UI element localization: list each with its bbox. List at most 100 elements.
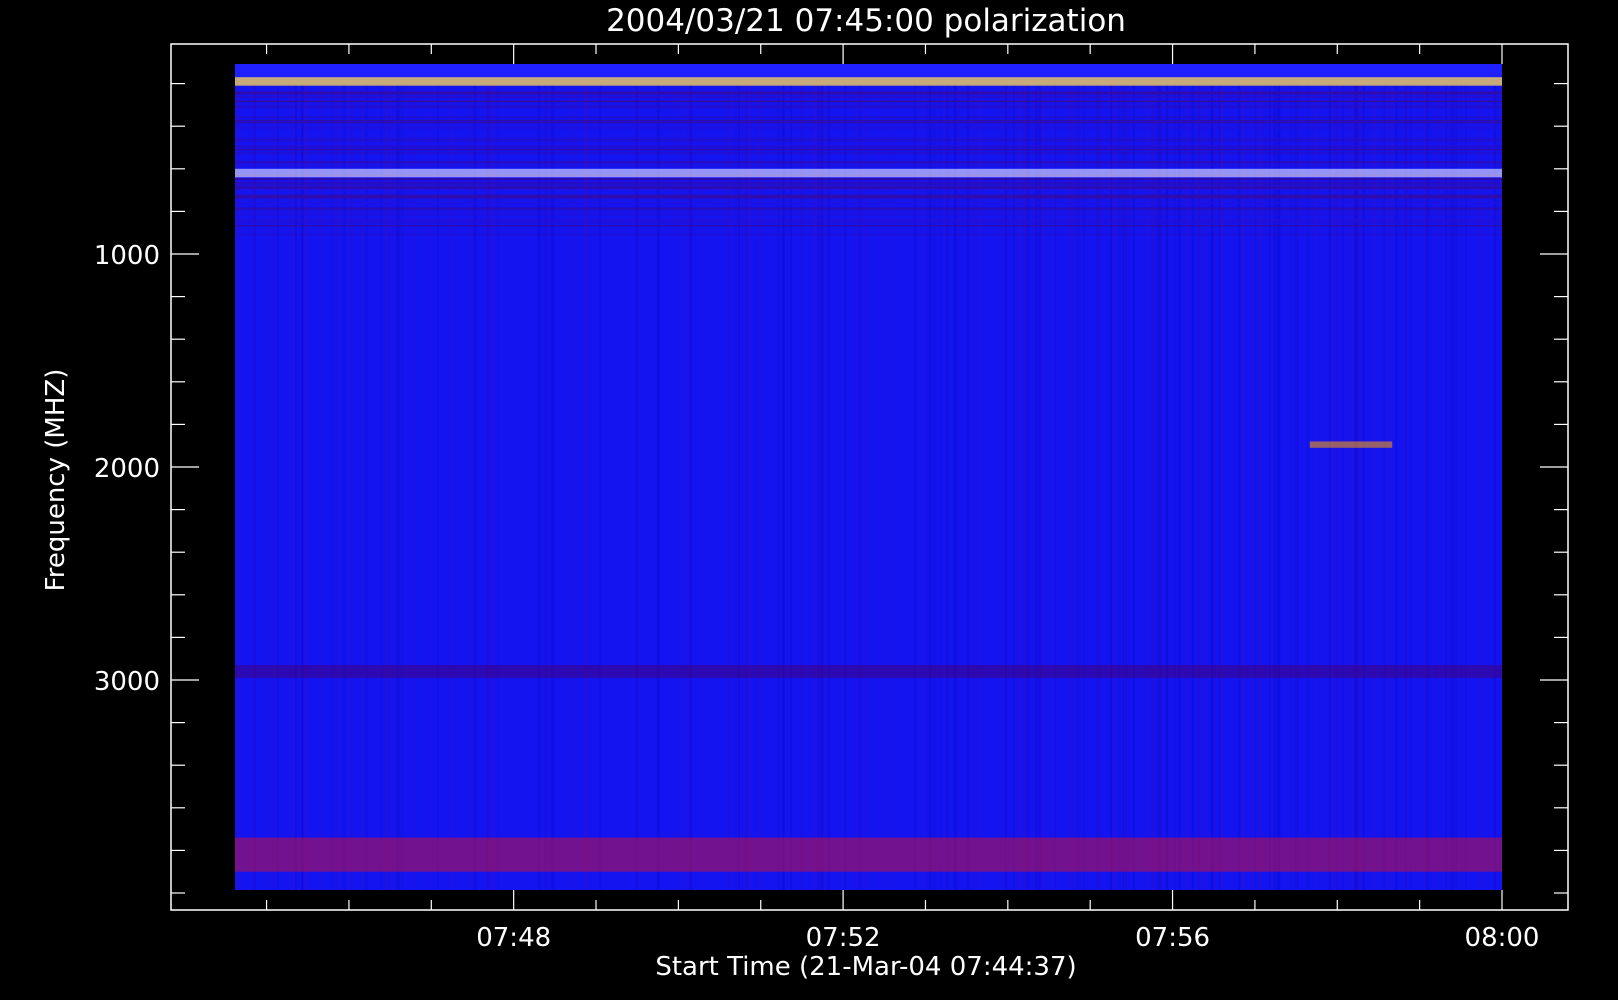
noise-streak xyxy=(1218,84,1221,890)
noise-streak xyxy=(827,84,831,890)
noise-row xyxy=(235,225,1502,227)
x-tick-label: 08:00 xyxy=(1465,923,1540,953)
noise-streak xyxy=(1076,84,1080,890)
noise-streak xyxy=(414,84,416,890)
noise-streak xyxy=(1035,84,1037,890)
noise-streak xyxy=(1293,84,1296,890)
noise-streak xyxy=(890,84,893,890)
noise-streak xyxy=(347,84,350,890)
noise-streak xyxy=(738,84,740,890)
noise-streak xyxy=(1449,84,1451,890)
noise-streak xyxy=(572,84,574,890)
noise-streak xyxy=(1443,84,1445,890)
noise-streak xyxy=(288,84,291,890)
noise-streak xyxy=(1028,84,1030,890)
noise-streak xyxy=(1054,84,1057,890)
noise-streak xyxy=(1493,84,1495,890)
noise-streak xyxy=(1012,84,1015,890)
noise-streak xyxy=(236,84,238,890)
noise-streak xyxy=(1357,84,1360,890)
x-tick-label: 07:48 xyxy=(476,923,551,953)
noise-row xyxy=(235,149,1502,151)
noise-streak xyxy=(305,84,308,890)
noise-streak xyxy=(292,84,295,890)
noise-streak xyxy=(929,84,932,890)
noise-streak xyxy=(537,84,541,890)
noise-streak xyxy=(469,84,472,890)
noise-streak xyxy=(277,84,279,890)
noise-streak xyxy=(817,84,820,890)
noise-streak xyxy=(676,84,678,890)
feature-3 xyxy=(235,665,1502,678)
noise-row xyxy=(235,162,1502,164)
noise-streak xyxy=(1395,84,1398,890)
noise-row xyxy=(235,233,1502,236)
noise-streak xyxy=(1001,84,1005,890)
noise-streak xyxy=(396,84,399,890)
noise-streak xyxy=(1241,84,1245,890)
noise-streak xyxy=(637,84,639,890)
feature-2 xyxy=(1309,441,1393,448)
noise-streak xyxy=(1328,84,1331,890)
x-tick-label: 07:56 xyxy=(1135,923,1210,953)
noise-streak xyxy=(861,84,863,890)
noise-streak xyxy=(400,84,404,890)
noise-row xyxy=(235,140,1502,142)
noise-streak xyxy=(380,84,383,890)
noise-streak xyxy=(393,84,395,890)
noise-row xyxy=(235,195,1502,197)
noise-streak xyxy=(1352,84,1355,890)
chart-title: 2004/03/21 07:45:00 polarization xyxy=(606,3,1126,39)
noise-row xyxy=(235,229,1502,232)
noise-streak xyxy=(954,84,957,890)
noise-row xyxy=(235,107,1502,109)
noise-streak xyxy=(1204,84,1206,890)
noise-streak xyxy=(703,84,705,890)
noise-streak xyxy=(1296,84,1299,890)
noise-row xyxy=(235,185,1502,187)
noise-streak xyxy=(599,84,602,890)
noise-row xyxy=(235,152,1502,154)
noise-row xyxy=(235,214,1502,216)
noise-streak xyxy=(350,84,354,890)
noise-streak xyxy=(1451,84,1454,890)
noise-streak xyxy=(1082,84,1085,890)
noise-streak xyxy=(1342,84,1344,890)
noise-streak xyxy=(1210,84,1213,890)
noise-streak xyxy=(344,84,346,890)
noise-streak xyxy=(585,84,588,890)
noise-streak xyxy=(1174,84,1176,890)
noise-row xyxy=(235,126,1502,128)
noise-streak xyxy=(866,84,868,890)
noise-row xyxy=(235,207,1502,209)
noise-streak xyxy=(1237,84,1241,890)
x-tick-label: 07:52 xyxy=(806,923,881,953)
noise-streak xyxy=(544,84,546,890)
noise-row xyxy=(235,128,1502,130)
noise-streak xyxy=(386,84,388,890)
noise-row xyxy=(235,137,1502,139)
noise-streak xyxy=(490,84,492,890)
noise-streak xyxy=(389,84,391,890)
noise-streak xyxy=(1404,84,1408,890)
noise-streak xyxy=(270,84,274,890)
y-tick-label: 1000 xyxy=(94,241,160,271)
noise-row xyxy=(235,209,1502,211)
noise-streak xyxy=(729,84,731,890)
noise-streak xyxy=(1220,84,1223,890)
noise-streak xyxy=(1042,84,1045,890)
noise-streak xyxy=(1277,84,1280,890)
noise-streak xyxy=(914,84,916,890)
noise-row xyxy=(235,194,1502,196)
y-tick-label: 2000 xyxy=(94,454,160,484)
noise-streak xyxy=(1178,84,1181,890)
noise-streak xyxy=(1146,84,1149,890)
noise-streak xyxy=(1273,84,1277,890)
noise-streak xyxy=(1264,84,1267,890)
noise-row xyxy=(235,100,1502,103)
noise-streak xyxy=(1111,84,1114,890)
noise-streak xyxy=(1123,84,1125,890)
feature-0 xyxy=(235,77,1502,86)
noise-streak xyxy=(336,84,338,890)
noise-streak xyxy=(966,84,970,890)
